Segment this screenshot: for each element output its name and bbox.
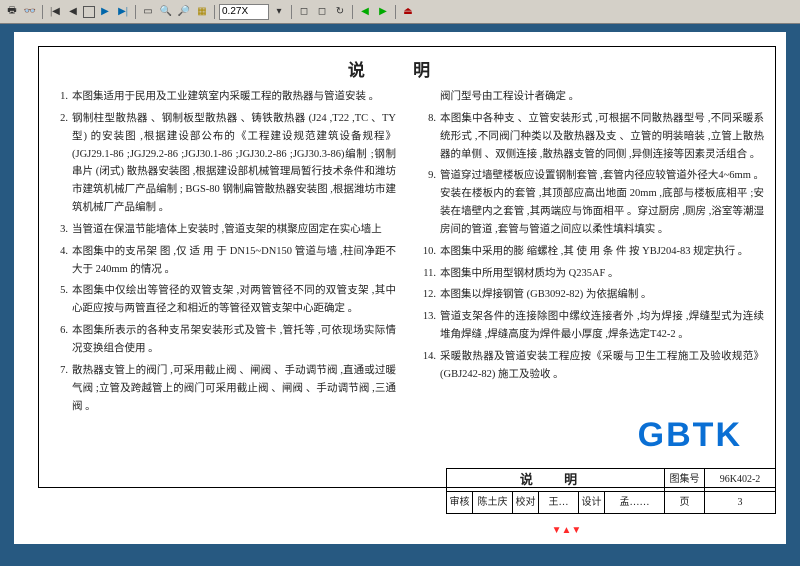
item-text: 本图集中采用的膨 缩螺栓 ,其 使 用 条 件 按 YBJ204-83 规定执行… — [440, 243, 764, 261]
list-item: 3.当管道在保温节能墙体上安装时 ,管道支架的棋聚应固定在实心墙上 — [50, 221, 396, 239]
item-text: 管道支架各件的连接除图中缧纹连接者外 ,均为焊接 ,焊缝型式为连续堆角焊缝 ,焊… — [440, 308, 764, 344]
page: 说 明 1.本图集适用于民用及工业建筑室内采暖工程的散热器与管道安装 。2.钢制… — [14, 32, 786, 544]
list-item: 11.本图集中所用型钢材质均为 Q235AF 。 — [418, 265, 764, 283]
watermark: GBTK — [638, 409, 742, 462]
grid-icon[interactable]: ▦ — [194, 4, 210, 20]
tb-c8: 3 — [705, 492, 775, 513]
document-viewer: 说 明 1.本图集适用于民用及工业建筑室内采暖工程的散热器与管道安装 。2.钢制… — [0, 24, 800, 566]
list-item: 13.管道支架各件的连接除图中缧纹连接者外 ,均为焊接 ,焊缝型式为连续堆角焊缝… — [418, 308, 764, 344]
tb-c5: 设计 — [579, 492, 605, 513]
item-number: 2. — [50, 110, 68, 217]
item-number: 13. — [418, 308, 436, 344]
list-item: 14.采暖散热器及管道安装工程应按《采暖与卫生工程施工及验收规范》(GBJ242… — [418, 348, 764, 384]
item-number: 5. — [50, 282, 68, 318]
item-text: 钢制柱型散热器 、钢制板型散热器 、铸铁散热器 (J24 ,T22 ,TC 、T… — [72, 110, 396, 217]
item-text: 本图集中各种支 、立管安装形式 ,可根据不同散热器型号 ,不同采暖系统形式 ,不… — [440, 110, 764, 164]
tb-c7: 页 — [665, 492, 705, 513]
item-text: 当管道在保温节能墙体上安装时 ,管道支架的棋聚应固定在实心墙上 — [72, 221, 396, 239]
item-number: 12. — [418, 286, 436, 304]
tb-c1: 审核 — [447, 492, 473, 513]
item-text: 本图集中仅绘出等管径的双管支架 ,对两管管径不同的双管支架 ,其中心距应按与两管… — [72, 282, 396, 318]
list-item: 7.散热器支管上的阀门 ,可采用截止阀 、闸阀 、手动调节阀 ,直通或过暖气阀 … — [50, 362, 396, 416]
item-number: 4. — [50, 243, 68, 279]
separator — [214, 5, 215, 19]
tb-tuji-label: 图集号 — [665, 469, 705, 491]
page-title: 说 明 — [14, 58, 786, 84]
list-item: 8.本图集中各种支 、立管安装形式 ,可根据不同散热器型号 ,不同采暖系统形式 … — [418, 110, 764, 164]
page-next-icon[interactable]: ▶ — [97, 4, 113, 20]
dropdown-icon[interactable]: ▾ — [271, 4, 287, 20]
footer: ▼▲▼ HTTP://WWW.CHINABUILDING.COM.CN — [14, 523, 786, 539]
item-number: 3. — [50, 221, 68, 239]
binoculars-icon[interactable]: 👓 — [22, 4, 38, 20]
list-item: 1.本图集适用于民用及工业建筑室内采暖工程的散热器与管道安装 。 — [50, 88, 396, 106]
list-item: 12.本图集以焊接钢管 (GB3092-82) 为依据编制 。 — [418, 286, 764, 304]
toolbar: 🖶 👓 |◀ ◀ ▶ ▶| ▭ 🔍 🔎 ▦ ▾ ◻ ◻ ↻ ◀ ▶ ⏏ — [0, 0, 800, 24]
separator — [395, 5, 396, 19]
separator — [42, 5, 43, 19]
fit-icon[interactable]: ▭ — [140, 4, 156, 20]
nav-right-icon[interactable]: ▶ — [375, 4, 391, 20]
item-number: 8. — [418, 110, 436, 164]
footer-logo-icon: ▼▲▼ — [552, 523, 582, 539]
tb-c6: 孟…… — [605, 492, 665, 513]
tool-b-icon[interactable]: ◻ — [314, 4, 330, 20]
tb-name: 说 明 — [447, 469, 665, 491]
list-item: 10.本图集中采用的膨 缩螺栓 ,其 使 用 条 件 按 YBJ204-83 规… — [418, 243, 764, 261]
list-item: 6.本图集所表示的各种支吊架安装形式及管卡 ,管托等 ,可依现场实际情况变换组合… — [50, 322, 396, 358]
item-number: 6. — [50, 322, 68, 358]
item-text: 本图集所表示的各种支吊架安装形式及管卡 ,管托等 ,可依现场实际情况变换组合使用… — [72, 322, 396, 358]
list-item: 2.钢制柱型散热器 、钢制板型散热器 、铸铁散热器 (J24 ,T22 ,TC … — [50, 110, 396, 217]
list-item: 5.本图集中仅绘出等管径的双管支架 ,对两管管径不同的双管支架 ,其中心距应按与… — [50, 282, 396, 318]
close-icon[interactable]: ⏏ — [400, 4, 416, 20]
item-text: 散热器支管上的阀门 ,可采用截止阀 、闸阀 、手动调节阀 ,直通或过暖气阀 ;立… — [72, 362, 396, 416]
item-text: 本图集中的支吊架 图 ,仅 适 用 于 DN15~DN150 管道与墙 ,柱间净… — [72, 243, 396, 279]
zoom-out-icon[interactable]: 🔎 — [176, 4, 192, 20]
item-number: 7. — [50, 362, 68, 416]
list-item: 阀门型号由工程设计者确定 。 — [418, 88, 764, 106]
page-last-icon[interactable]: ▶| — [115, 4, 131, 20]
separator — [135, 5, 136, 19]
print-icon[interactable]: 🖶 — [4, 4, 20, 20]
item-number: 11. — [418, 265, 436, 283]
item-text: 采暖散热器及管道安装工程应按《采暖与卫生工程施工及验收规范》(GBJ242-82… — [440, 348, 764, 384]
page-box-icon[interactable] — [83, 6, 95, 18]
item-number — [418, 88, 436, 106]
tb-c2: 陈土庆 — [473, 492, 513, 513]
tb-c4: 王… — [539, 492, 579, 513]
item-number: 1. — [50, 88, 68, 106]
nav-left-icon[interactable]: ◀ — [357, 4, 373, 20]
item-number: 10. — [418, 243, 436, 261]
item-text: 管道穿过墙壁楼板应设置钢制套管 ,套管内径应较管道外径大4~6mm 。安装在楼板… — [440, 167, 764, 238]
tb-c3: 校对 — [513, 492, 539, 513]
item-number: 9. — [418, 167, 436, 238]
list-item: 9.管道穿过墙壁楼板应设置钢制套管 ,套管内径应较管道外径大4~6mm 。安装在… — [418, 167, 764, 238]
list-item: 4.本图集中的支吊架 图 ,仅 适 用 于 DN15~DN150 管道与墙 ,柱… — [50, 243, 396, 279]
tool-a-icon[interactable]: ◻ — [296, 4, 312, 20]
title-block: 说 明 图集号 96K402-2 审核 陈土庆 校对 王… 设计 孟…… 页 3 — [446, 468, 776, 514]
zoom-input[interactable] — [219, 4, 269, 20]
footer-url: HTTP://WWW.CHINABUILDING.COM.CN — [587, 523, 774, 539]
item-text: 本图集中所用型钢材质均为 Q235AF 。 — [440, 265, 764, 283]
separator — [352, 5, 353, 19]
item-text: 本图集以焊接钢管 (GB3092-82) 为依据编制 。 — [440, 286, 764, 304]
item-number: 14. — [418, 348, 436, 384]
zoom-in-icon[interactable]: 🔍 — [158, 4, 174, 20]
item-text: 阀门型号由工程设计者确定 。 — [440, 88, 764, 106]
left-column: 1.本图集适用于民用及工业建筑室内采暖工程的散热器与管道安装 。2.钢制柱型散热… — [50, 88, 396, 480]
page-first-icon[interactable]: |◀ — [47, 4, 63, 20]
tb-tuji-value: 96K402-2 — [705, 469, 775, 491]
page-prev-icon[interactable]: ◀ — [65, 4, 81, 20]
item-text: 本图集适用于民用及工业建筑室内采暖工程的散热器与管道安装 。 — [72, 88, 396, 106]
tool-c-icon[interactable]: ↻ — [332, 4, 348, 20]
separator — [291, 5, 292, 19]
